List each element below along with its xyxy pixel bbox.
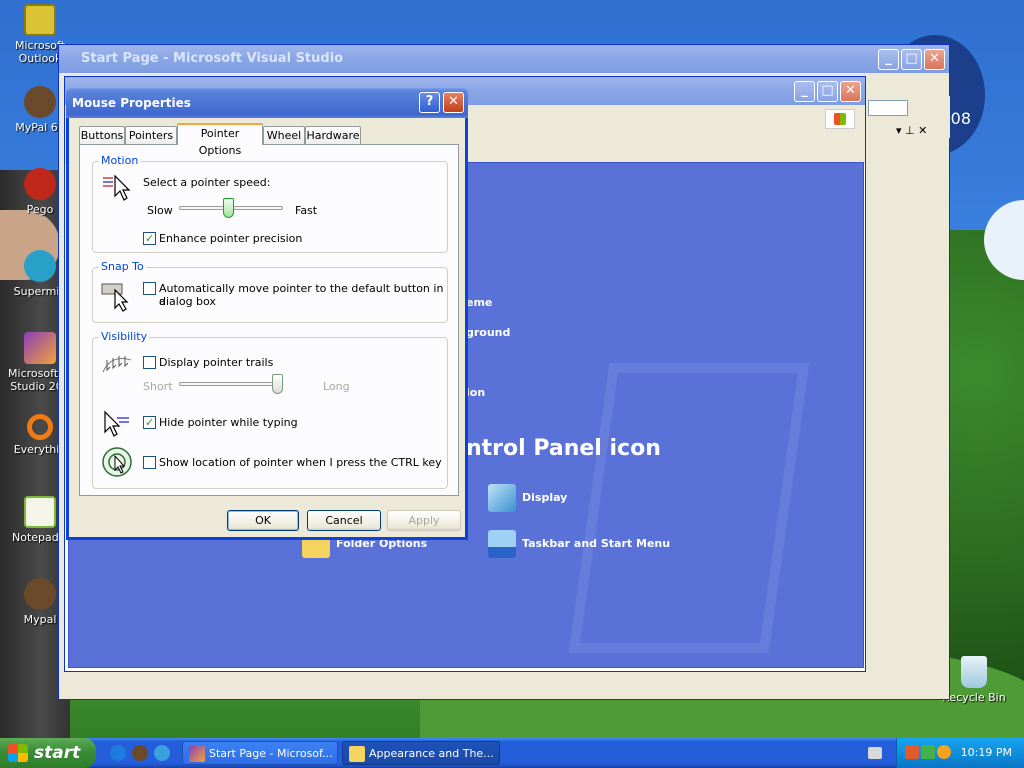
taskbar-item-appearance[interactable]: Appearance and The... xyxy=(342,741,500,765)
vs-toolbar-fragment: ▾ ⊥ ✕ xyxy=(866,96,950,138)
pointer-trails-icon xyxy=(102,356,132,373)
browser-icon[interactable] xyxy=(154,745,170,761)
taskbar-icon xyxy=(488,530,516,558)
trails-label[interactable]: Display pointer trails xyxy=(159,356,273,369)
ctrl-locate-icon xyxy=(102,447,132,477)
outlook-icon xyxy=(24,4,56,36)
help-button[interactable]: ? xyxy=(419,92,440,113)
cp-heading: ntrol Panel icon xyxy=(466,436,661,461)
taskbar: start Start Page - Microsof... Appearanc… xyxy=(0,738,1024,768)
cp-task-theme[interactable]: eme xyxy=(466,296,492,309)
ok-button[interactable]: OK xyxy=(227,510,299,531)
windows-logo-icon xyxy=(825,109,855,129)
vs-title: Start Page - Microsoft Visual Studio xyxy=(81,51,344,66)
maximize-button[interactable]: □ xyxy=(901,49,922,70)
snap-group-title: Snap To xyxy=(99,260,146,273)
close-button[interactable]: ✕ xyxy=(924,49,945,70)
trail-slider-track[interactable] xyxy=(179,382,283,386)
windows-flag-icon xyxy=(8,744,28,762)
display-icon xyxy=(488,484,516,512)
keyboard-icon[interactable] xyxy=(868,747,882,759)
ctrl-checkbox[interactable] xyxy=(143,456,156,469)
raccoon-icon xyxy=(24,578,56,610)
apply-button[interactable]: Apply xyxy=(387,510,461,531)
watermark-graphic xyxy=(568,363,810,653)
clock: 10:19 PM xyxy=(960,746,1012,759)
system-tray: 10:19 PM xyxy=(896,738,1024,768)
taskbar-item-label: Start Page - Microsof... xyxy=(209,747,333,760)
cp-link-taskbar[interactable]: Taskbar and Start Menu xyxy=(488,530,670,558)
trail-slider-thumb[interactable] xyxy=(272,374,283,394)
tab-hardware[interactable]: Hardware xyxy=(305,126,361,145)
ie-icon[interactable] xyxy=(110,745,126,761)
tray-icon[interactable] xyxy=(921,745,935,759)
start-button[interactable]: start xyxy=(0,738,96,768)
pointer-options-panel: Motion Select a pointer speed: Slow Fast… xyxy=(79,144,459,496)
search-icon[interactable] xyxy=(937,745,951,759)
mouse-properties-dialog[interactable]: Mouse Properties ? ✕ Buttons Pointers Po… xyxy=(66,88,468,540)
ctrl-label[interactable]: Show location of pointer when I press th… xyxy=(159,456,442,469)
visual-studio-icon xyxy=(24,332,56,364)
close-button[interactable]: ✕ xyxy=(443,92,464,113)
tab-pointer-options[interactable]: Pointer Options xyxy=(177,123,263,157)
hide-checkbox[interactable]: ✓ xyxy=(143,416,156,429)
taskbar-item-label: Appearance and The... xyxy=(369,747,494,760)
enhance-label[interactable]: Enhance pointer precision xyxy=(159,232,302,245)
pointer-speed-icon xyxy=(103,174,131,201)
short-label: Short xyxy=(143,380,173,393)
cp-link-display[interactable]: Display xyxy=(488,484,567,512)
snap-label-line2[interactable]: dialog box xyxy=(159,295,216,308)
snap-checkbox[interactable] xyxy=(143,282,156,295)
tab-pointers[interactable]: Pointers xyxy=(125,126,177,145)
cp-task-background[interactable]: ground xyxy=(466,326,510,339)
cp-task-resolution[interactable]: ion xyxy=(466,386,485,399)
vs-titlebar[interactable]: Start Page - Microsoft Visual Studio _ □… xyxy=(59,45,949,73)
everything-icon xyxy=(27,414,53,440)
supermium-icon xyxy=(24,250,56,282)
recycle-bin-icon xyxy=(961,656,987,688)
visibility-group-title: Visibility xyxy=(99,330,150,343)
snap-to-group: Snap To Automatically move pointer to th… xyxy=(92,260,448,323)
tab-wheel[interactable]: Wheel xyxy=(263,126,305,145)
notepadpp-icon xyxy=(24,496,56,528)
motion-group: Motion Select a pointer speed: Slow Fast… xyxy=(92,154,448,253)
long-label: Long xyxy=(323,380,350,393)
dropdown-field[interactable] xyxy=(868,100,908,116)
tab-buttons[interactable]: Buttons xyxy=(79,126,125,145)
dialog-titlebar[interactable]: Mouse Properties ? ✕ xyxy=(66,88,468,118)
slow-label: Slow xyxy=(147,204,173,217)
minimize-button[interactable]: _ xyxy=(794,81,815,102)
control-panel-icon xyxy=(349,746,365,762)
tray-icon[interactable] xyxy=(905,745,919,759)
raccoon-icon xyxy=(24,86,56,118)
cp-link-label: Display xyxy=(522,491,568,504)
pin-close-icons[interactable]: ▾ ⊥ ✕ xyxy=(896,124,927,137)
maximize-button[interactable]: □ xyxy=(817,81,838,102)
minimize-button[interactable]: _ xyxy=(878,49,899,70)
raccoon-icon[interactable] xyxy=(132,745,148,761)
fast-label: Fast xyxy=(295,204,318,217)
close-button[interactable]: ✕ xyxy=(840,81,861,102)
speed-label: Select a pointer speed: xyxy=(143,176,271,189)
hide-label[interactable]: Hide pointer while typing xyxy=(159,416,298,429)
cancel-button[interactable]: Cancel xyxy=(307,510,381,531)
pego-icon xyxy=(24,168,56,200)
wallpaper-trees xyxy=(944,230,1024,700)
enhance-checkbox[interactable]: ✓ xyxy=(143,232,156,245)
speed-slider-thumb[interactable] xyxy=(223,198,234,218)
start-label: start xyxy=(34,743,81,763)
vs-badge-text: 08 xyxy=(950,109,971,128)
dialog-title: Mouse Properties xyxy=(72,96,191,110)
motion-group-title: Motion xyxy=(99,154,141,167)
snap-to-icon xyxy=(101,283,129,312)
hide-pointer-icon xyxy=(104,410,129,437)
visual-studio-icon xyxy=(189,746,205,762)
taskbar-item-vs[interactable]: Start Page - Microsof... xyxy=(182,741,338,765)
trails-checkbox[interactable] xyxy=(143,356,156,369)
visibility-group: Visibility Display pointer trails Short … xyxy=(92,330,448,489)
cp-link-label: Taskbar and Start Menu xyxy=(522,537,671,550)
